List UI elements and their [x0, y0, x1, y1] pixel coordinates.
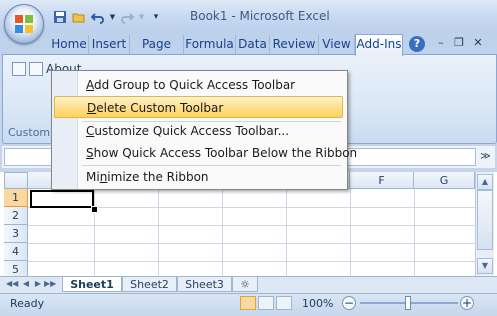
minimize-icon[interactable]: –: [434, 36, 448, 50]
redo-icon: [119, 9, 135, 25]
zoom-level[interactable]: 100%: [302, 297, 333, 310]
menu-item-customize-qat[interactable]: Customize Quick Access Toolbar...: [54, 120, 343, 142]
zoom-in-icon[interactable]: +: [460, 296, 474, 310]
menu-item-minimize-ribbon[interactable]: Minimize the Ribbon: [54, 166, 343, 188]
grid-line: [158, 189, 159, 277]
scroll-up-icon[interactable]: ▲: [477, 174, 493, 190]
tab-formulas[interactable]: Formula: [184, 35, 236, 54]
redo-dropdown-icon: ▼: [138, 13, 145, 21]
normal-view-icon[interactable]: [240, 296, 256, 310]
quick-access-toolbar: ▼ ▼ ▾: [52, 8, 164, 26]
grid-line: [28, 225, 475, 226]
row-header-4[interactable]: 4: [4, 243, 28, 261]
open-icon[interactable]: [71, 9, 87, 25]
qat-dropdown-icon[interactable]: ▾: [148, 9, 164, 25]
row-header-2[interactable]: 2: [4, 207, 28, 225]
next-sheet-icon[interactable]: ▶: [32, 278, 44, 290]
page-break-view-icon[interactable]: [276, 296, 292, 310]
status-text: Ready: [10, 297, 45, 310]
ribbon-group-label: Custom: [8, 126, 51, 139]
restore-icon[interactable]: ❐: [452, 36, 466, 50]
grid-line: [414, 189, 415, 277]
custom-toolbar-icon[interactable]: [12, 62, 26, 76]
context-menu: Add Group to Quick Access Toolbar Delete…: [51, 70, 357, 190]
page-layout-view-icon[interactable]: [258, 296, 274, 310]
menu-item-delete-custom-toolbar[interactable]: Delete Custom Toolbar: [54, 96, 343, 118]
first-sheet-icon[interactable]: ◀◀: [6, 278, 18, 290]
tab-page-layout[interactable]: Page Lay: [130, 35, 184, 70]
select-all-corner[interactable]: [4, 172, 28, 189]
column-header-f[interactable]: F: [350, 172, 414, 189]
tab-add-ins[interactable]: Add-Ins: [355, 34, 403, 56]
grid-line: [28, 261, 475, 262]
vertical-scrollbar[interactable]: ▲ ▼: [475, 172, 494, 276]
about-icon: [29, 62, 43, 76]
column-header-g[interactable]: G: [414, 172, 475, 189]
row-header-3[interactable]: 3: [4, 225, 28, 243]
menu-item-show-qat-below[interactable]: Show Quick Access Toolbar Below the Ribb…: [54, 142, 357, 164]
tab-data[interactable]: Data: [236, 35, 270, 54]
scroll-thumb[interactable]: [477, 190, 493, 250]
zoom-out-icon[interactable]: −: [342, 296, 356, 310]
help-icon[interactable]: ?: [409, 36, 425, 52]
tab-view[interactable]: View: [319, 35, 355, 54]
office-button[interactable]: [4, 4, 44, 44]
scroll-down-icon[interactable]: ▼: [477, 258, 493, 274]
sheet-tab-3[interactable]: Sheet3: [177, 277, 232, 292]
office-button-icon: [15, 15, 33, 33]
zoom-slider-thumb[interactable]: [405, 296, 411, 310]
window-title: Book1 - Microsoft Excel: [190, 9, 330, 23]
insert-sheet-icon[interactable]: ☼: [232, 277, 258, 292]
tab-insert[interactable]: Insert: [89, 35, 130, 54]
undo-dropdown-icon[interactable]: ▼: [109, 9, 116, 25]
tab-review[interactable]: Review: [270, 35, 319, 54]
prev-sheet-icon[interactable]: ◀: [20, 278, 32, 290]
grid-line: [286, 189, 287, 277]
menu-item-add-group[interactable]: Add Group to Quick Access Toolbar: [54, 74, 343, 96]
save-icon[interactable]: [52, 9, 68, 25]
close-icon[interactable]: ✕: [471, 36, 485, 50]
grid-line: [222, 189, 223, 277]
active-cell-a1[interactable]: [30, 190, 94, 208]
sheet-tab-2[interactable]: Sheet2: [122, 277, 177, 292]
row-header-1[interactable]: 1: [4, 189, 28, 207]
undo-icon[interactable]: [90, 9, 106, 25]
sheet-tab-1[interactable]: Sheet1: [62, 277, 122, 292]
fill-handle[interactable]: [91, 206, 98, 213]
grid-line: [28, 243, 475, 244]
grid-line: [94, 189, 95, 277]
last-sheet-icon[interactable]: ▶▶: [44, 278, 56, 290]
grid-line: [350, 189, 351, 277]
formula-expand-icon[interactable]: ≫: [478, 148, 493, 166]
tab-home[interactable]: Home: [50, 35, 89, 54]
